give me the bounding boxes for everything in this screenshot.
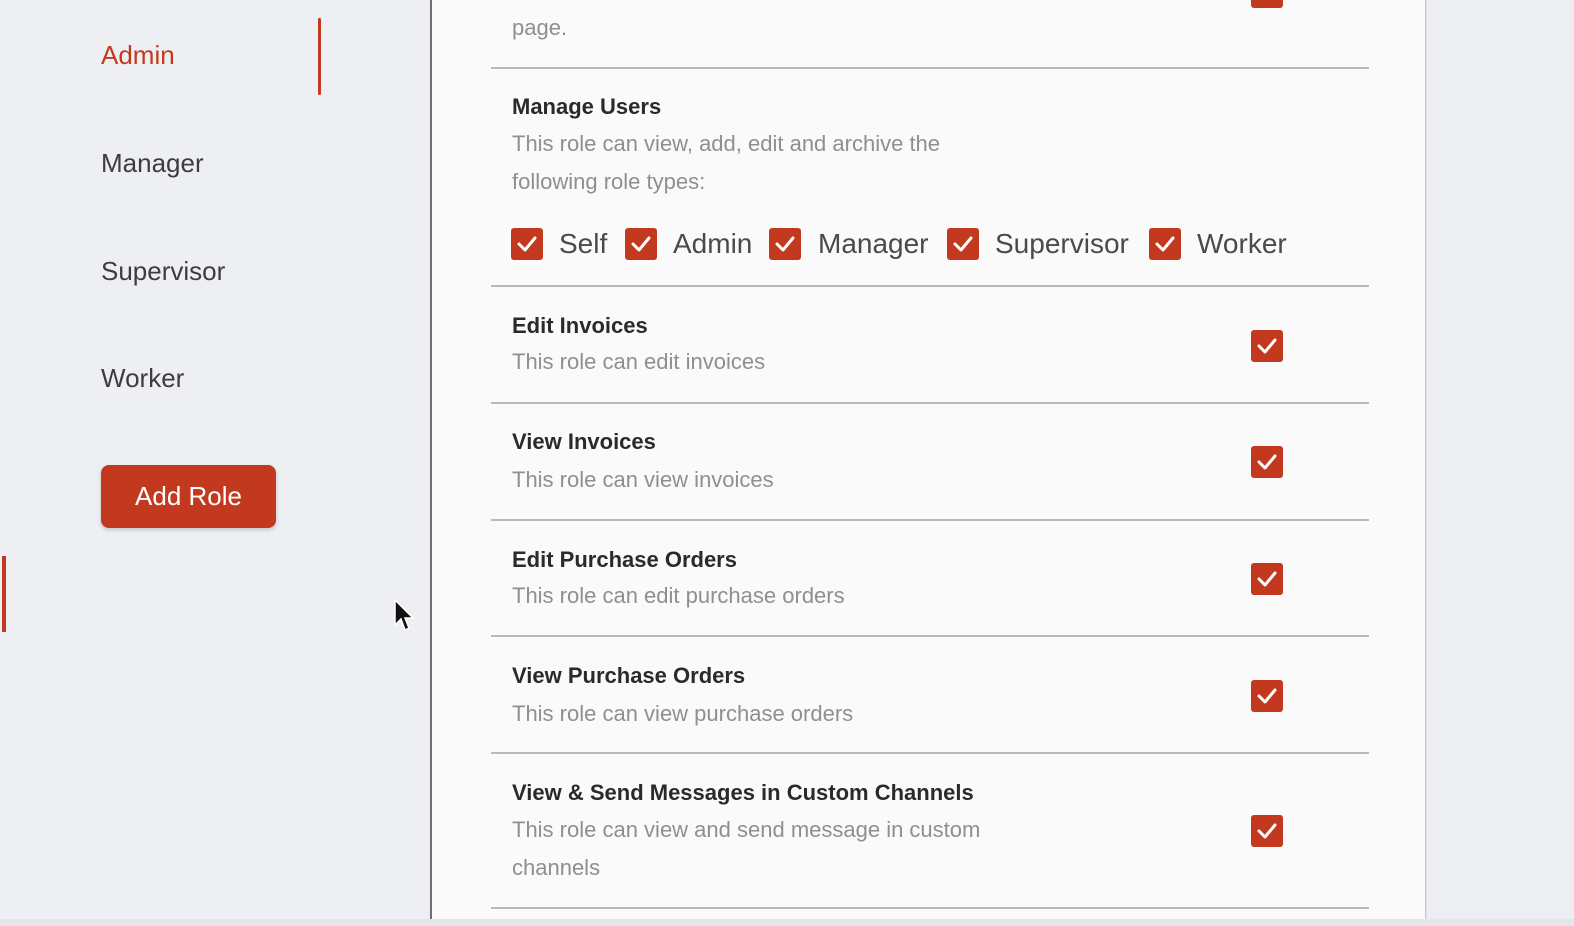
edit-invoices-checkbox[interactable]: [1251, 330, 1283, 362]
prev-permission-checkbox[interactable]: [1251, 0, 1283, 8]
permission-title: View Invoices: [512, 429, 656, 454]
role-item-admin[interactable]: Admin: [101, 40, 175, 71]
role-item-worker[interactable]: Worker: [101, 363, 184, 394]
permission-title: View Purchase Orders: [512, 663, 746, 688]
divider: [491, 67, 1369, 69]
permission-title: Edit Purchase Orders: [512, 547, 737, 572]
edge-indicator: [2, 556, 6, 632]
manage-users-desc: This role can view, add, edit and archiv…: [512, 131, 941, 194]
permission-desc: This role can view purchase orders: [512, 701, 854, 726]
prev-permission-desc: page.: [512, 15, 568, 40]
view-purchase-orders-checkbox[interactable]: [1251, 680, 1283, 712]
divider: [491, 402, 1369, 404]
role-type-admin-label: Admin: [673, 228, 753, 259]
role-type-manager-checkbox[interactable]: [769, 228, 801, 260]
permission-desc: This role can edit invoices: [512, 349, 766, 374]
mouse-pointer-icon: [394, 599, 415, 632]
right-background: [1427, 0, 1574, 926]
role-item-manager[interactable]: Manager: [101, 148, 204, 179]
role-type-supervisor-label: Supervisor: [995, 228, 1129, 259]
divider: [491, 635, 1369, 637]
role-type-self-label: Self: [559, 228, 608, 259]
role-type-manager-label: Manager: [818, 228, 929, 259]
app-root: Admin Manager Supervisor Worker Add Role…: [0, 0, 1574, 926]
divider: [491, 752, 1369, 754]
role-item-supervisor[interactable]: Supervisor: [101, 256, 225, 287]
divider: [491, 519, 1369, 521]
permission-title: View & Send Messages in Custom Channels: [512, 780, 974, 805]
role-type-self-checkbox[interactable]: [511, 228, 543, 260]
view-invoices-checkbox[interactable]: [1251, 446, 1283, 478]
roles-sidebar: Admin Manager Supervisor Worker Add Role: [0, 0, 431, 926]
permission-desc: This role can view and send message in c…: [512, 817, 981, 880]
role-type-worker-checkbox[interactable]: [1149, 228, 1181, 260]
permission-title: Edit Invoices: [512, 313, 648, 338]
role-type-supervisor-checkbox[interactable]: [947, 228, 979, 260]
add-role-button[interactable]: Add Role: [101, 465, 276, 528]
bottom-edge: [0, 919, 1574, 926]
active-role-indicator: [318, 18, 321, 95]
custom-channels-checkbox[interactable]: [1251, 815, 1283, 847]
edit-purchase-orders-checkbox[interactable]: [1251, 563, 1283, 595]
divider: [491, 285, 1369, 287]
divider: [491, 907, 1369, 909]
role-type-worker-label: Worker: [1197, 228, 1287, 259]
permission-desc: This role can view invoices: [512, 467, 774, 492]
role-type-admin-checkbox[interactable]: [625, 228, 657, 260]
manage-users-title: Manage Users: [512, 94, 662, 119]
permission-desc: This role can edit purchase orders: [512, 583, 845, 608]
